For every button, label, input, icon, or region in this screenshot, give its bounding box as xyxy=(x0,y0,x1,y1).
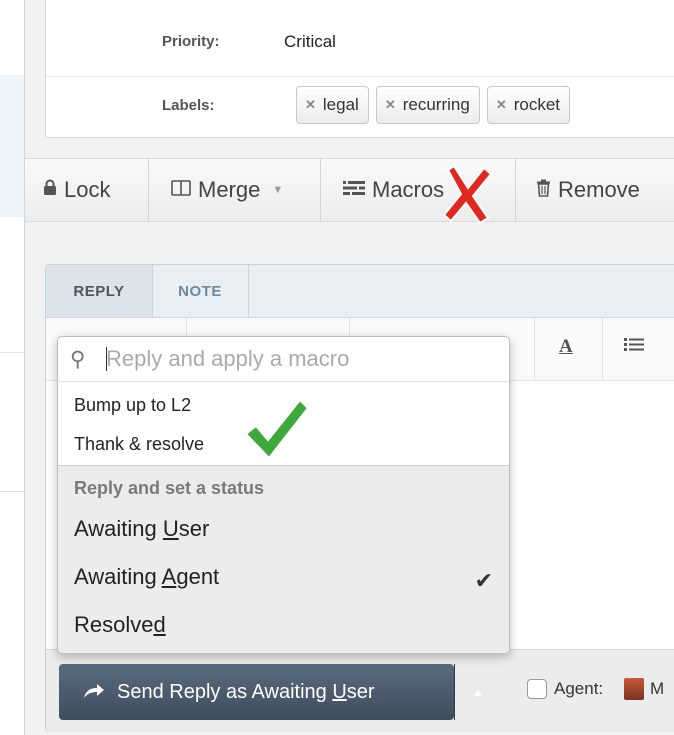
label-tag-rocket: ✕ rocket xyxy=(486,86,571,124)
priority-label: Priority: xyxy=(162,33,220,50)
chevron-down-icon: ▼ xyxy=(272,184,284,196)
remove-label: Remove xyxy=(558,177,640,202)
tag-label: recurring xyxy=(402,95,470,114)
remove-tag-icon[interactable]: ✕ xyxy=(305,97,316,113)
lock-icon xyxy=(43,179,57,201)
send-options-button[interactable]: ▲ xyxy=(455,664,501,720)
macros-icon xyxy=(343,180,365,201)
composer-tabs: REPLY NOTE xyxy=(46,265,674,318)
agent-name: M xyxy=(650,679,665,698)
macros-label: Macros xyxy=(372,177,445,202)
merge-button[interactable]: Merge ▼ xyxy=(149,159,321,221)
divider xyxy=(0,352,24,353)
agent-checkbox[interactable] xyxy=(527,679,547,699)
avatar xyxy=(624,678,644,700)
send-reply-button[interactable]: Send Reply as Awaiting User ▲ xyxy=(59,664,484,720)
tab-reply[interactable]: REPLY xyxy=(46,265,153,317)
label-tags: ✕ legal ✕ recurring ✕ rocket xyxy=(296,86,571,124)
remove-tag-icon[interactable]: ✕ xyxy=(385,97,396,113)
lock-label: Lock xyxy=(64,177,111,202)
merge-label: Merge xyxy=(198,177,261,202)
tab-note[interactable]: NOTE xyxy=(152,265,249,317)
status-option-awaiting-user[interactable]: Awaiting User ✔ xyxy=(58,516,509,593)
macro-search-input[interactable] xyxy=(106,343,486,375)
chevron-up-icon: ▲ xyxy=(472,685,484,699)
macro-search: ⚲ xyxy=(58,337,509,382)
divider xyxy=(534,318,535,380)
composer-footer: Send Reply as Awaiting User ▲ Agent: M xyxy=(46,649,674,732)
lock-button[interactable]: Lock xyxy=(25,159,149,221)
label-tag-legal: ✕ legal xyxy=(296,86,369,124)
ticket-properties: Priority: Critical Labels: ✕ legal ✕ rec… xyxy=(45,0,674,138)
search-icon: ⚲ xyxy=(70,348,86,371)
status-section-header: Reply and set a status xyxy=(74,478,265,498)
ticket-toolbar: Lock Merge ▼ Macros Remove xyxy=(25,158,674,222)
priority-value[interactable]: Critical xyxy=(284,32,336,52)
trash-icon xyxy=(536,179,551,202)
labels-row: Labels: ✕ legal ✕ recurring ✕ rocket xyxy=(46,77,674,137)
annotation-red-x-icon xyxy=(442,164,493,224)
bullet-list-icon[interactable] xyxy=(624,336,644,358)
tag-label: legal xyxy=(322,95,359,114)
agent-label: Agent: xyxy=(554,679,604,698)
status-option-resolved[interactable]: Resolved xyxy=(58,612,509,638)
divider xyxy=(0,491,24,492)
merge-icon xyxy=(171,179,191,201)
reply-arrow-icon xyxy=(83,679,105,705)
remove-tag-icon[interactable]: ✕ xyxy=(496,97,507,113)
left-accent xyxy=(0,75,24,217)
labels-label: Labels: xyxy=(162,97,215,114)
text-color-icon[interactable]: A xyxy=(559,336,573,358)
annotation-green-check-icon xyxy=(244,398,310,460)
remove-button[interactable]: Remove xyxy=(516,159,674,221)
label-tag-recurring: ✕ recurring xyxy=(375,86,480,124)
send-reply-label: Send Reply as Awaiting User xyxy=(117,680,375,703)
priority-row: Priority: Critical xyxy=(46,0,674,77)
status-section: Reply and set a status Awaiting User ✔ A… xyxy=(58,465,509,653)
macro-dropdown: ⚲ Bump up to L2 Thank & resolve Reply an… xyxy=(57,336,510,654)
divider xyxy=(602,318,603,380)
tag-label: rocket xyxy=(513,95,561,114)
status-option-awaiting-agent[interactable]: Awaiting Agent xyxy=(58,564,509,590)
